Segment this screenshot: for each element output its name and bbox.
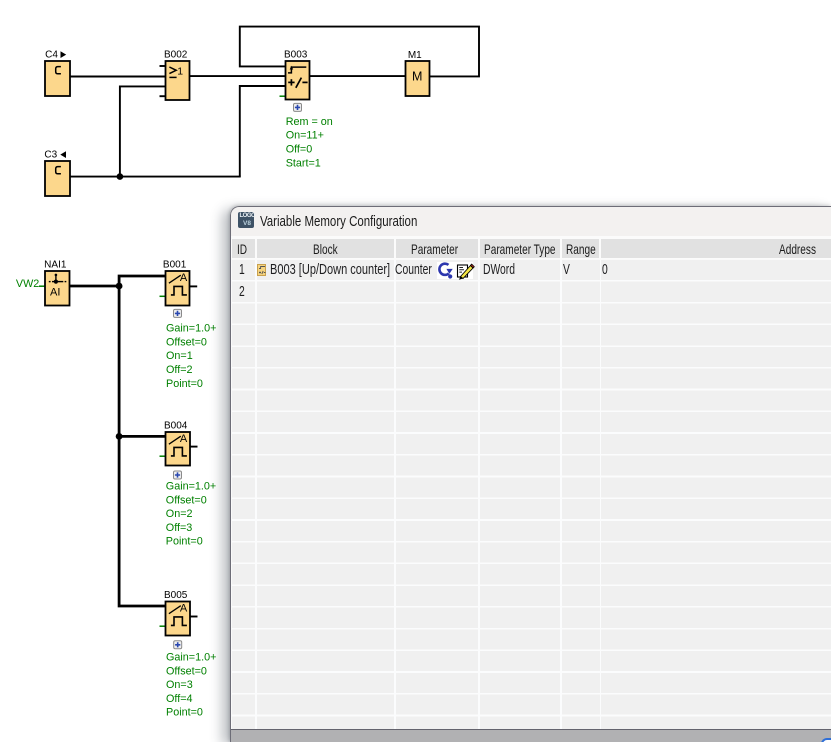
- svg-text:A: A: [180, 272, 188, 284]
- svg-text:On=3: On=3: [166, 679, 193, 691]
- svg-text:A: A: [180, 433, 188, 445]
- svg-text:Gain=1.0+: Gain=1.0+: [166, 481, 216, 493]
- svg-text:VW2: VW2: [16, 278, 39, 290]
- svg-text:Point=0: Point=0: [166, 378, 203, 390]
- svg-text:B004: B004: [164, 421, 188, 432]
- svg-text:Offset=0: Offset=0: [166, 665, 207, 677]
- svg-text:Point=0: Point=0: [166, 536, 203, 548]
- svg-text:Point=0: Point=0: [166, 707, 203, 719]
- svg-text:C3: C3: [44, 150, 57, 161]
- svg-text:A: A: [180, 603, 188, 615]
- svg-text:Off=4: Off=4: [166, 693, 193, 705]
- svg-text:Offset=0: Offset=0: [166, 336, 207, 348]
- svg-text:M1: M1: [408, 50, 422, 61]
- svg-text:NAI1: NAI1: [44, 260, 67, 271]
- svg-text:On=11+: On=11+: [286, 130, 324, 142]
- svg-text:B005: B005: [164, 590, 188, 601]
- svg-text:Gain=1.0+: Gain=1.0+: [166, 652, 216, 664]
- svg-text:On=1: On=1: [166, 350, 193, 362]
- svg-text:M: M: [412, 70, 422, 84]
- svg-text:Offset=0: Offset=0: [166, 494, 207, 506]
- svg-text:On=2: On=2: [166, 508, 193, 520]
- svg-text:Gain=1.0+: Gain=1.0+: [166, 323, 216, 335]
- svg-text:Off=3: Off=3: [166, 522, 193, 534]
- svg-text:C4: C4: [45, 50, 58, 61]
- svg-text:1: 1: [177, 66, 183, 78]
- svg-text:Start=1: Start=1: [286, 157, 321, 169]
- svg-text:B002: B002: [164, 50, 188, 61]
- svg-text:Off=0: Off=0: [286, 143, 313, 155]
- svg-text:Rem = on: Rem = on: [286, 116, 333, 128]
- svg-text:Off=2: Off=2: [166, 364, 193, 376]
- svg-text:B003: B003: [284, 50, 308, 61]
- svg-text:AI: AI: [50, 286, 60, 298]
- svg-text:B001: B001: [163, 260, 187, 271]
